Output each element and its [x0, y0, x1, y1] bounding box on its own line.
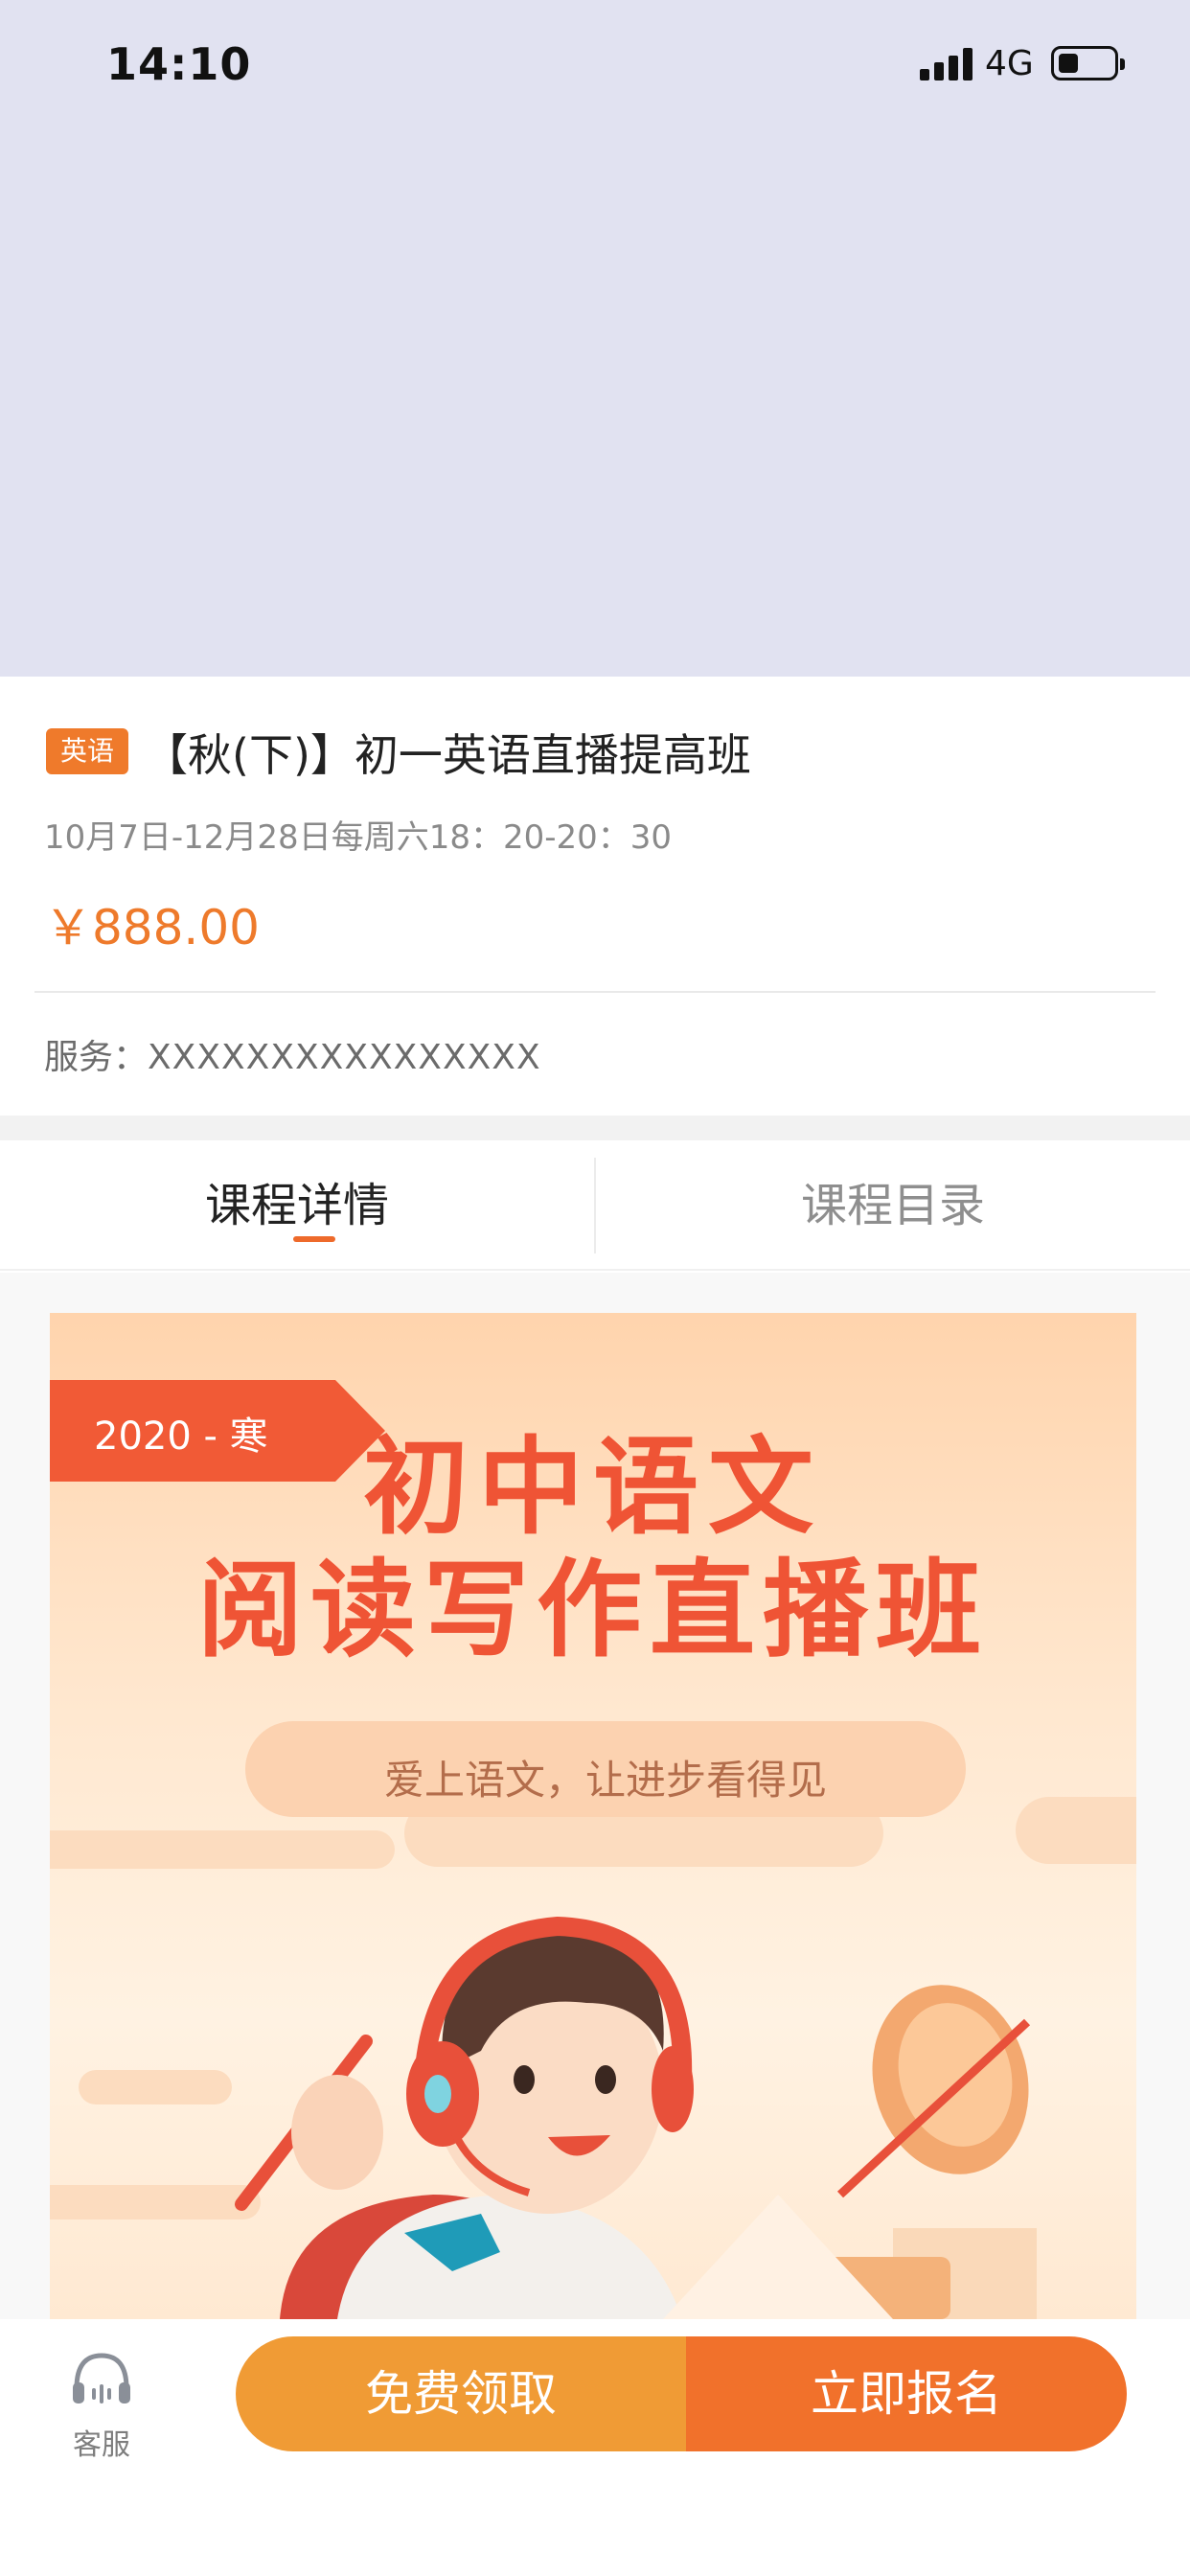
slogan-pill: 爱上语文，让进步看得见 — [245, 1721, 966, 1817]
course-banner-image: 2020 - 寒 初中语文 阅读写作直播班 爱上语文，让进步看得见 — [50, 1313, 1136, 2319]
student-illustration — [235, 1916, 1037, 2319]
status-time: 14:10 — [106, 38, 252, 90]
course-price: ￥888.00 — [44, 900, 260, 955]
service-label: 服务： — [44, 1038, 149, 1077]
battery-icon — [1051, 46, 1125, 80]
service-value: XXXXXXXXXXXXXXXX — [148, 1038, 541, 1077]
signal-icon — [920, 48, 975, 80]
free-claim-button[interactable]: 免费领取 — [236, 2336, 686, 2451]
course-detail-page: 14:10 4G 英语 【秋(下)】初一英语直播提高班 10月7日-12月28日… — [0, 0, 1190, 2576]
course-cover-image: 14:10 4G — [0, 0, 1190, 677]
customer-service-button[interactable]: 客服 — [56, 2348, 148, 2463]
tab-course-catalog[interactable]: 课程目录 — [596, 1140, 1190, 1271]
headset-icon — [73, 2353, 130, 2404]
course-title: 【秋(下)】初一英语直播提高班 — [144, 729, 751, 781]
banner-title-line2: 阅读写作直播班 — [197, 1549, 989, 1671]
course-tabs: 课程详情 课程目录 — [0, 1140, 1190, 1271]
active-tab-indicator — [293, 1236, 335, 1242]
cloud-decoration — [50, 1830, 395, 1869]
divider — [34, 991, 1156, 993]
network-type: 4G — [985, 44, 1034, 83]
course-schedule: 10月7日-12月28日每周六18：20-20：30 — [44, 818, 673, 857]
subject-tag: 英语 — [46, 728, 128, 774]
course-info: 英语 【秋(下)】初一英语直播提高班 10月7日-12月28日每周六18：20-… — [0, 677, 1190, 1116]
cloud-decoration — [1016, 1797, 1136, 1864]
customer-service-label: 客服 — [73, 2428, 130, 2462]
service-row[interactable]: 服务：XXXXXXXXXXXXXXXX — [44, 1029, 541, 1079]
tab-course-details[interactable]: 课程详情 — [0, 1140, 594, 1271]
banner-slogan: 爱上语文，让进步看得见 — [383, 1757, 827, 1804]
enroll-now-button[interactable]: 立即报名 — [686, 2336, 1127, 2451]
bottom-action-bar: 客服 免费领取 立即报名 — [0, 2319, 1190, 2576]
section-gap — [0, 1116, 1190, 1140]
